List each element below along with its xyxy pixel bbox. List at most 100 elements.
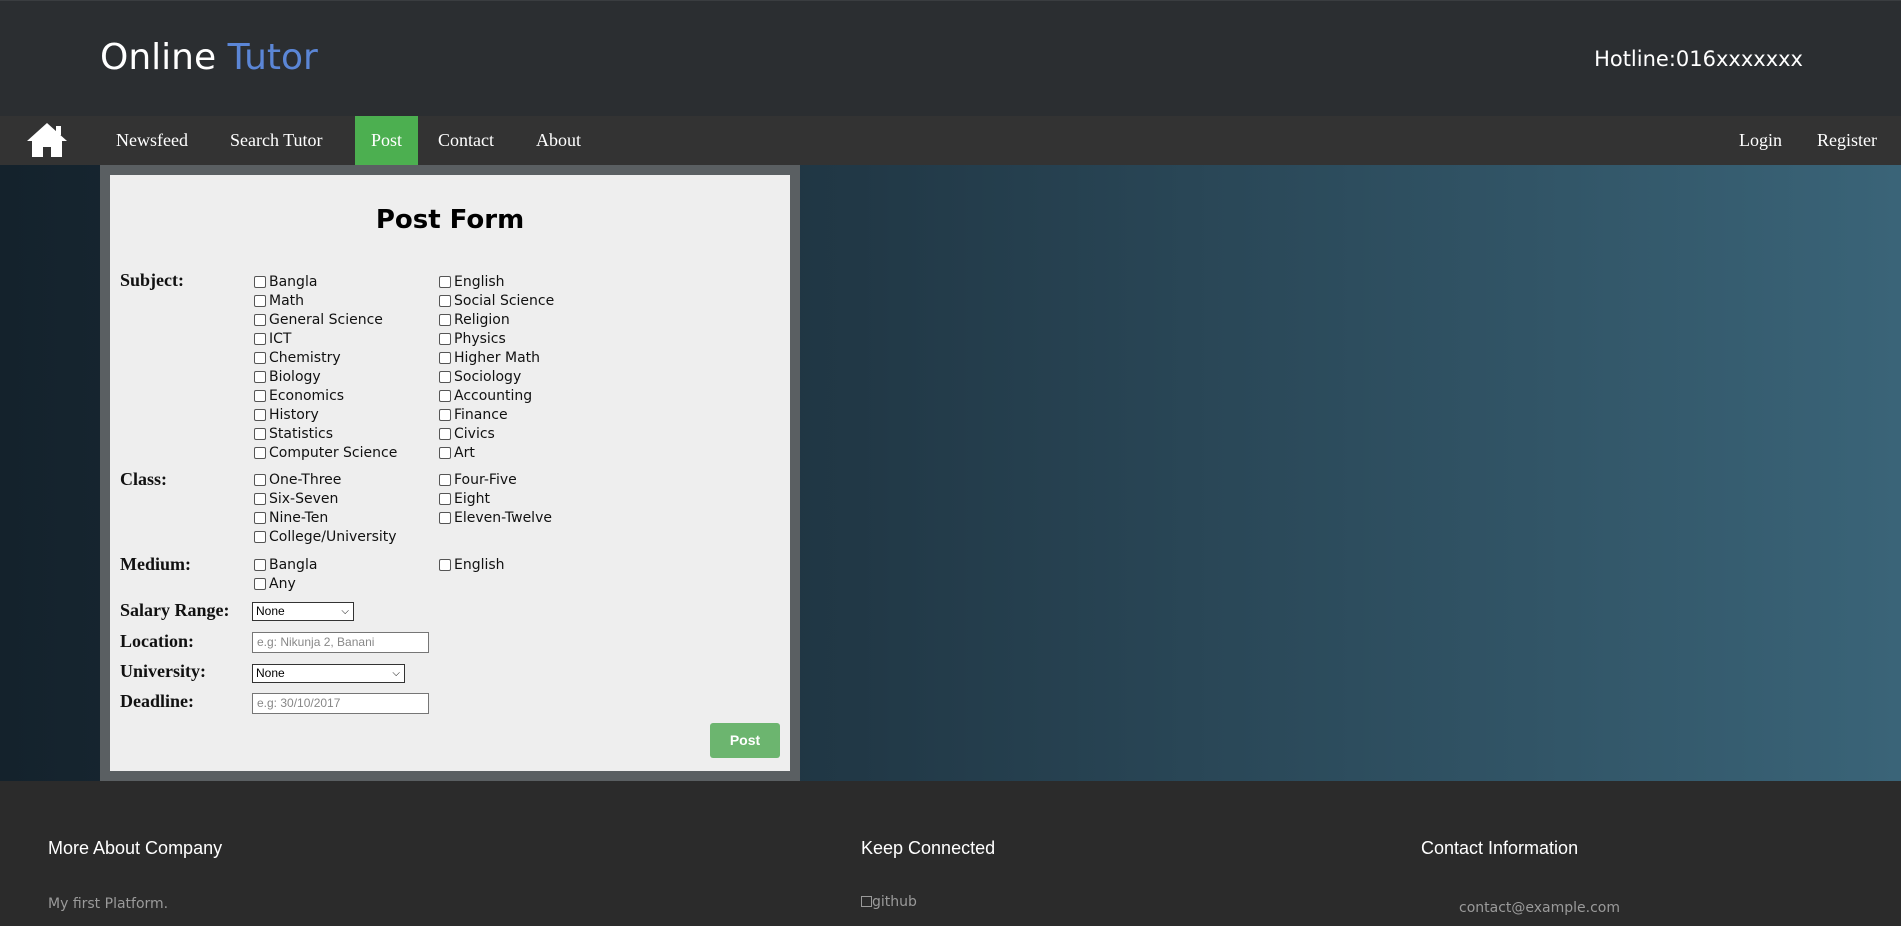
checkbox-option[interactable]: Six-Seven [254,489,338,508]
home-icon[interactable] [25,120,69,160]
checkbox-label: Economics [269,387,345,404]
checkbox[interactable] [439,389,451,402]
checkbox[interactable] [254,294,266,307]
checkbox-option[interactable]: Social Science [439,291,554,310]
checkbox[interactable] [439,427,451,440]
university-label: University: [120,661,206,681]
checkbox-option[interactable]: Statistics [254,424,333,443]
checkbox-option[interactable]: ICT [254,329,291,348]
checkbox-option[interactable]: Nine-Ten [254,508,328,527]
checkbox-option[interactable]: English [439,555,505,574]
checkbox[interactable] [254,351,266,364]
nav-contact[interactable]: Contact [422,116,510,165]
location-label: Location: [120,631,194,651]
checkbox-label: Bangla [269,556,318,573]
checkbox-label: Physics [454,330,506,347]
checkbox-option[interactable]: Economics [254,386,344,405]
checkbox-option[interactable]: Higher Math [439,348,540,367]
checkbox[interactable] [439,473,451,486]
checkbox-option[interactable]: Civics [439,424,495,443]
nav-register[interactable]: Register [1801,116,1893,165]
nav-post[interactable]: Post [355,116,419,165]
checkbox[interactable] [439,275,451,288]
checkbox[interactable] [254,275,266,288]
nav-login[interactable]: Login [1723,116,1798,165]
checkbox[interactable] [439,511,451,524]
nav-search-tutor[interactable]: Search Tutor [214,116,339,165]
checkbox-label: ICT [269,330,292,347]
footer-contact-title: Contact Information [1421,838,1579,858]
checkbox[interactable] [439,294,451,307]
site-logo[interactable]: Online Tutor [100,37,318,78]
brand-accent: Tutor [227,37,318,78]
checkbox-option[interactable]: Eight [439,489,490,508]
checkbox-option[interactable]: One-Three [254,470,341,489]
footer-company-title: More About Company [48,838,223,858]
checkbox-label: History [269,406,319,423]
checkbox-option[interactable]: Math [254,291,304,310]
checkbox[interactable] [439,351,451,364]
nav-about[interactable]: About [520,116,597,165]
checkbox-label: Four-Five [454,471,517,488]
hotline-text: Hotline:016xxxxxxx [1594,47,1803,71]
checkbox-option[interactable]: Four-Five [439,470,517,489]
checkbox-option[interactable]: Bangla [254,272,317,291]
checkbox[interactable] [439,332,451,345]
checkbox-option[interactable]: Accounting [439,386,532,405]
checkbox[interactable] [254,408,266,421]
checkbox-option[interactable]: Eleven-Twelve [439,508,552,527]
checkbox-option[interactable]: General Science [254,310,383,329]
checkbox[interactable] [439,313,451,326]
form-title: Post Form [375,205,525,235]
checkbox-label: One-Three [269,471,342,488]
checkbox-option[interactable]: Finance [439,405,508,424]
checkbox-label: Finance [454,406,508,423]
checkbox[interactable] [254,492,266,505]
nav-newsfeed[interactable]: Newsfeed [100,116,204,165]
checkbox-option[interactable]: Sociology [439,367,521,386]
checkbox[interactable] [439,492,451,505]
location-input[interactable]: e.g: Nikunja 2, Banani [252,632,429,653]
checkbox-option[interactable]: Computer Science [254,443,397,462]
checkbox[interactable] [254,332,266,345]
checkbox-label: Religion [454,311,510,328]
deadline-input[interactable]: e.g: 30/10/2017 [252,693,429,714]
checkbox[interactable] [254,577,266,590]
checkbox-option[interactable]: History [254,405,319,424]
checkbox[interactable] [439,370,451,383]
checkbox-option[interactable]: College/University [254,527,397,546]
brand-name: Online [100,37,228,78]
salary-range-label: Salary Range: [120,600,230,620]
checkbox[interactable] [439,446,451,459]
checkbox-label: Sociology [454,368,522,385]
checkbox[interactable] [254,530,266,543]
checkbox[interactable] [254,558,266,571]
checkbox-label: Accounting [454,387,533,404]
checkbox-option[interactable]: Physics [439,329,506,348]
checkbox-label: Statistics [269,425,333,442]
checkbox-label: Art [454,444,475,461]
checkbox-option[interactable]: Any [254,574,296,593]
checkbox-option[interactable]: Chemistry [254,348,341,367]
main-navbar: Newsfeed Search Tutor Post Contact About… [0,116,1901,165]
checkbox[interactable] [439,558,451,571]
salary-range-select[interactable]: None ⌵ [252,602,354,621]
checkbox-option[interactable]: English [439,272,505,291]
university-select[interactable]: None ⌵ [252,664,405,683]
checkbox-option[interactable]: Art [439,443,475,462]
checkbox[interactable] [254,313,266,326]
checkbox[interactable] [439,408,451,421]
checkbox[interactable] [254,446,266,459]
checkbox[interactable] [254,427,266,440]
checkbox[interactable] [254,511,266,524]
post-button[interactable]: Post [710,723,780,758]
checkbox-option[interactable]: Religion [439,310,510,329]
checkbox-label: Nine-Ten [269,509,329,526]
checkbox[interactable] [254,473,266,486]
site-footer: More About Company My first Platform. Ke… [0,781,1901,926]
footer-github-link[interactable]: github [861,894,917,910]
checkbox-option[interactable]: Biology [254,367,321,386]
checkbox[interactable] [254,389,266,402]
checkbox[interactable] [254,370,266,383]
checkbox-option[interactable]: Bangla [254,555,317,574]
